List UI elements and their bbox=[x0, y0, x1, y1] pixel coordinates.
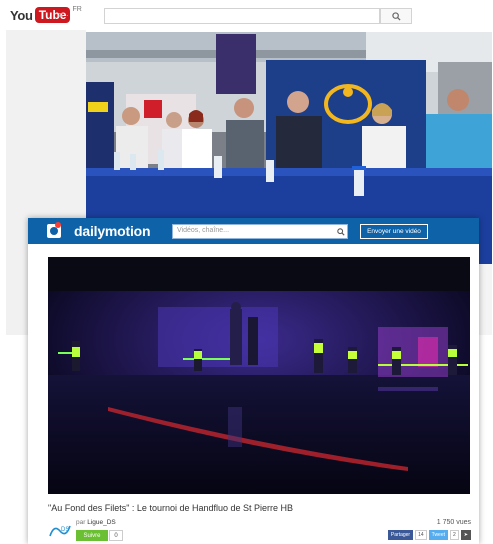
dailymotion-header: dailymotion Vidéos, chaîne... Envoyer un… bbox=[28, 218, 479, 244]
upload-video-button[interactable]: Envoyer une vidéo bbox=[360, 224, 428, 239]
search-icon bbox=[337, 227, 345, 236]
dailymotion-search-input[interactable]: Vidéos, chaîne... bbox=[172, 224, 348, 239]
youtube-logo[interactable]: You Tube FR bbox=[10, 6, 82, 24]
avatar[interactable]: DS bbox=[48, 522, 72, 540]
channel-logo-icon: DS bbox=[49, 525, 71, 537]
facebook-share-count: 14 bbox=[415, 530, 427, 540]
svg-text:DS: DS bbox=[61, 527, 69, 533]
youtube-header: You Tube FR ≡ · bbox=[0, 0, 493, 30]
dailymotion-logo[interactable]: dailymotion bbox=[74, 223, 151, 239]
follow-count: 0 bbox=[109, 530, 123, 541]
view-count: 1 750 vues bbox=[436, 519, 471, 526]
share-bar: Partager 14 Tweet 2 ➤ bbox=[387, 530, 471, 540]
guide-menu-button[interactable]: ≡ · bbox=[58, 10, 69, 20]
channel-name-link[interactable]: Ligue_DS bbox=[87, 519, 116, 526]
video-title: "Au Fond des Filets" : Le tournoi de Han… bbox=[48, 503, 294, 513]
share-icon[interactable]: ➤ bbox=[460, 530, 471, 540]
facebook-share-button[interactable]: Partager bbox=[387, 530, 414, 540]
youtube-search-input[interactable] bbox=[104, 8, 380, 24]
byline-prefix: par bbox=[76, 519, 86, 526]
search-icon bbox=[391, 11, 401, 21]
follow-button[interactable]: Suivre bbox=[76, 530, 108, 541]
notification-dot-icon bbox=[55, 222, 61, 228]
twitter-share-button[interactable]: Tweet bbox=[428, 530, 449, 540]
dailymotion-video-player[interactable] bbox=[48, 257, 470, 494]
youtube-logo-you: You bbox=[10, 7, 33, 23]
youtube-region-label: FR bbox=[72, 6, 82, 13]
youtube-search-button[interactable] bbox=[380, 8, 412, 24]
channel-byline: par Ligue_DS bbox=[76, 519, 116, 526]
handfluo-game-frame bbox=[48, 257, 470, 494]
dailymotion-window: dailymotion Vidéos, chaîne... Envoyer un… bbox=[28, 218, 479, 544]
twitter-share-count: 2 bbox=[450, 530, 459, 540]
dailymotion-search-button[interactable] bbox=[334, 225, 348, 238]
